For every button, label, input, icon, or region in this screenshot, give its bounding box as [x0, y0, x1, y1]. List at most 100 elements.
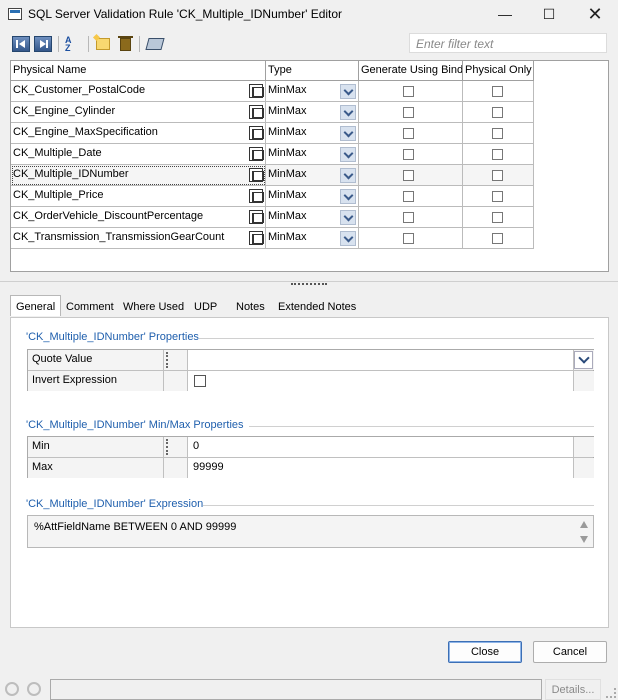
physical-only-cell [463, 186, 534, 207]
invert-expression-checkbox[interactable] [194, 375, 206, 387]
chevron-down-icon[interactable] [340, 168, 356, 183]
scroll-down-icon[interactable] [580, 536, 588, 543]
type-cell[interactable]: MinMax [266, 123, 359, 144]
physical-only-checkbox[interactable] [492, 191, 503, 202]
section-divider [249, 426, 594, 427]
chevron-down-icon[interactable] [340, 84, 356, 99]
chevron-down-icon[interactable] [574, 351, 593, 369]
physical-only-checkbox[interactable] [492, 86, 503, 97]
generate-using-bind-checkbox[interactable] [403, 233, 414, 244]
expand-icon[interactable] [249, 147, 264, 161]
physical-only-cell [463, 102, 534, 123]
tab-general[interactable]: General [10, 295, 62, 316]
delete-icon[interactable] [118, 36, 133, 51]
expand-icon[interactable] [249, 168, 264, 182]
chevron-down-icon[interactable] [340, 231, 356, 246]
chevron-down-icon[interactable] [340, 189, 356, 204]
first-record-icon[interactable] [12, 36, 30, 52]
generate-using-bind-checkbox[interactable] [403, 212, 414, 223]
type-text: MinMax [268, 210, 307, 222]
quote-value-field[interactable] [188, 350, 573, 370]
expand-icon[interactable] [249, 231, 264, 245]
type-cell[interactable]: MinMax [266, 228, 359, 249]
physical-name-cell[interactable]: CK_Multiple_Date [11, 144, 266, 165]
expression-box[interactable]: %AttFieldName BETWEEN 0 AND 99999 [27, 515, 594, 548]
type-cell[interactable]: MinMax [266, 144, 359, 165]
expand-icon[interactable] [249, 126, 264, 140]
physical-name-cell[interactable]: CK_Engine_MaxSpecification [11, 123, 266, 144]
minimize-icon[interactable]: — [490, 3, 520, 25]
maximize-icon[interactable]: ☐ [534, 3, 564, 25]
physical-name-text: CK_Customer_PostalCode [13, 84, 146, 96]
generate-using-bind-checkbox[interactable] [403, 107, 414, 118]
generate-using-bind-checkbox[interactable] [403, 128, 414, 139]
physical-only-checkbox[interactable] [492, 233, 503, 244]
column-header-physical-only[interactable]: Physical Only [463, 61, 534, 81]
tab-notes[interactable]: Notes [231, 297, 270, 317]
property-row-invert-expression: Invert Expression [28, 371, 594, 392]
type-cell[interactable]: MinMax [266, 207, 359, 228]
properties-grid: Quote Value Invert Expression [27, 349, 594, 391]
panel-splitter[interactable] [0, 281, 618, 288]
physical-only-checkbox[interactable] [492, 107, 503, 118]
general-tab-panel: 'CK_Multiple_IDNumber' Properties Quote … [10, 317, 609, 628]
splitter-grip-icon[interactable] [291, 283, 327, 286]
physical-only-checkbox[interactable] [492, 212, 503, 223]
generate-using-bind-checkbox[interactable] [403, 170, 414, 181]
tab-where-used[interactable]: Where Used [118, 297, 189, 317]
expand-icon[interactable] [249, 84, 264, 98]
physical-only-checkbox[interactable] [492, 170, 503, 181]
details-button[interactable]: Details... [545, 679, 601, 700]
expand-icon[interactable] [249, 105, 264, 119]
column-header-type[interactable]: Type [266, 61, 359, 81]
chevron-down-icon[interactable] [340, 105, 356, 120]
physical-name-cell[interactable]: CK_Transmission_TransmissionGearCount [11, 228, 266, 249]
generate-using-bind-checkbox[interactable] [403, 149, 414, 160]
chevron-down-icon[interactable] [340, 126, 356, 141]
app-icon [8, 8, 22, 20]
physical-name-text: CK_Transmission_TransmissionGearCount [13, 231, 225, 243]
filter-input[interactable]: Enter filter text [409, 33, 607, 53]
expand-icon[interactable] [249, 189, 264, 203]
physical-name-cell[interactable]: CK_Multiple_Price [11, 186, 266, 207]
tab-comment[interactable]: Comment [61, 297, 119, 317]
type-cell[interactable]: MinMax [266, 165, 359, 186]
grip-dots-icon [166, 352, 168, 368]
property-divider [164, 437, 188, 457]
tab-udp[interactable]: UDP [189, 297, 222, 317]
generate-using-bind-checkbox[interactable] [403, 86, 414, 97]
grip-dots-icon [166, 439, 168, 455]
last-record-icon[interactable] [34, 36, 52, 52]
generate-using-bind-checkbox[interactable] [403, 191, 414, 202]
expression-text: %AttFieldName BETWEEN 0 AND 99999 [34, 521, 237, 533]
close-button[interactable]: Close [448, 641, 522, 663]
sort-icon[interactable]: AZ [65, 36, 83, 53]
property-label: Max [28, 458, 164, 478]
chevron-down-icon[interactable] [340, 210, 356, 225]
close-icon[interactable]: ✕ [580, 3, 610, 25]
expand-icon[interactable] [249, 210, 264, 224]
type-cell[interactable]: MinMax [266, 102, 359, 123]
undo-icon[interactable] [5, 682, 19, 696]
column-header-physical-name[interactable]: Physical Name [11, 61, 266, 81]
column-header-generate-using-bind[interactable]: Generate Using Bind [359, 61, 463, 81]
min-value-field[interactable]: 0 [188, 437, 573, 457]
physical-name-cell[interactable]: CK_Engine_Cylinder [11, 102, 266, 123]
resize-grip-icon[interactable] [606, 688, 616, 698]
physical-only-checkbox[interactable] [492, 128, 503, 139]
tab-extended-notes[interactable]: Extended Notes [273, 297, 361, 317]
physical-only-checkbox[interactable] [492, 149, 503, 160]
properties-icon[interactable] [145, 38, 165, 50]
scroll-up-icon[interactable] [580, 521, 588, 528]
new-icon[interactable] [96, 38, 110, 50]
type-cell[interactable]: MinMax [266, 186, 359, 207]
redo-icon[interactable] [27, 682, 41, 696]
physical-name-cell[interactable]: CK_Customer_PostalCode [11, 81, 266, 102]
cancel-button[interactable]: Cancel [533, 641, 607, 663]
chevron-down-icon[interactable] [340, 147, 356, 162]
max-value-field[interactable]: 99999 [188, 458, 573, 478]
physical-name-cell[interactable]: CK_OrderVehicle_DiscountPercentage [11, 207, 266, 228]
physical-name-cell[interactable]: CK_Multiple_IDNumber [11, 165, 266, 186]
type-cell[interactable]: MinMax [266, 81, 359, 102]
expression-scrollbar[interactable] [579, 519, 589, 545]
